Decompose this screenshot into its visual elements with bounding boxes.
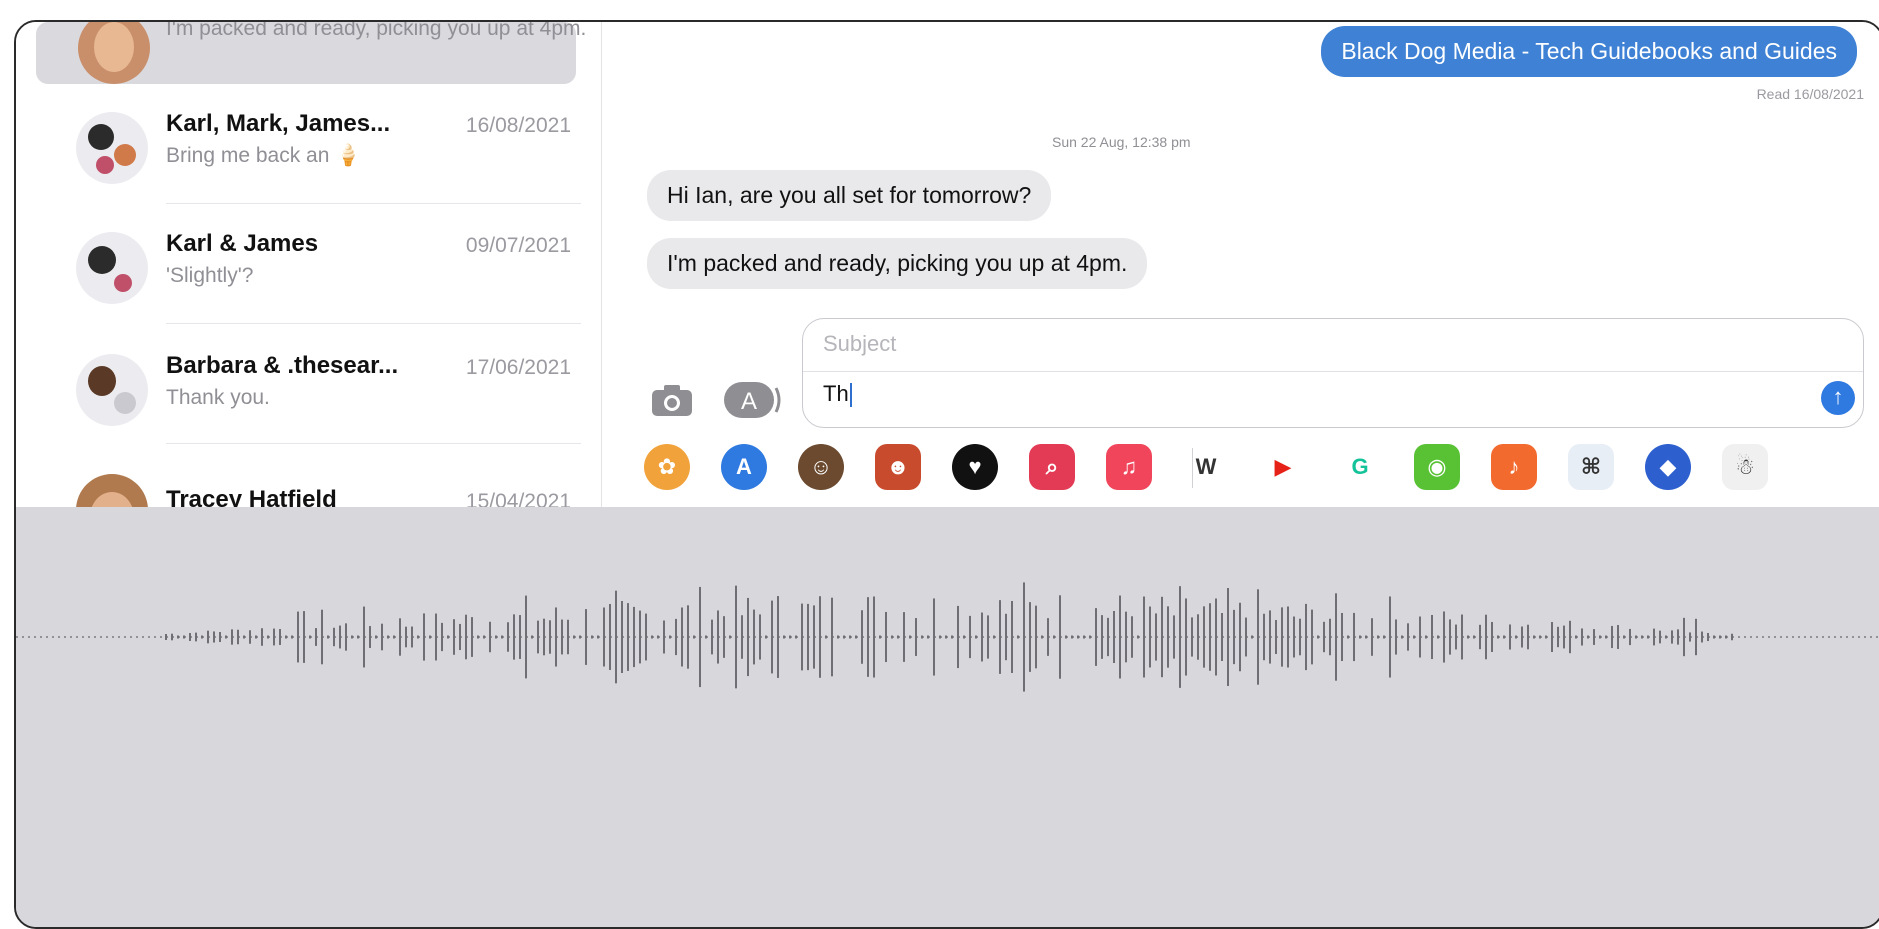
music-icon[interactable]: ♫ — [1106, 444, 1152, 490]
conversation-name: Karl, Mark, James... — [166, 110, 391, 137]
digital-touch-icon[interactable]: ♥ — [952, 444, 998, 490]
app-store-icon[interactable]: A — [722, 380, 782, 425]
conversation-list: I'm packed and ready, picking you up at … — [16, 20, 602, 546]
conversation-preview: 'Slightly'? — [166, 264, 254, 287]
app-store-icon[interactable]: A — [721, 444, 767, 490]
conversation-item[interactable]: Karl, Mark, James... 16/08/2021 Bring me… — [16, 84, 601, 204]
app-window: I'm packed and ready, picking you up at … — [14, 20, 1879, 929]
camera-icon[interactable] — [650, 382, 694, 423]
conversation-name: Karl & James — [166, 230, 319, 257]
incoming-message[interactable]: Hi Ian, are you all set for tomorrow? — [647, 170, 1052, 221]
message-compose-field[interactable]: Subject Th ↑ — [802, 318, 1864, 428]
compose-divider — [803, 371, 1863, 372]
youtube-icon[interactable]: ▶ — [1260, 444, 1306, 490]
wikipedia-icon[interactable]: W — [1183, 444, 1229, 490]
group-avatar — [76, 354, 148, 426]
duolingo-icon[interactable]: ◉ — [1414, 444, 1460, 490]
dropbox-icon[interactable]: ◆ — [1645, 444, 1691, 490]
conversation-date: 17/06/2021 — [465, 356, 571, 379]
read-receipt: Read 16/08/2021 — [1756, 86, 1864, 102]
conversation-date: 09/07/2021 — [465, 234, 571, 257]
text-caret — [849, 383, 852, 408]
app-drawer: ✿ A ☺ ☻ ♥ ⌕ ♫ W ▶ G ◉ ♪ ⌘ ◆ ☃ — [602, 432, 1879, 502]
conversation-pane: Black Dog Media - Tech Guidebooks and Gu… — [602, 22, 1879, 507]
conversation-preview: Bring me back an 🍦 — [166, 144, 362, 167]
bat-icon[interactable]: ⌘ — [1568, 444, 1614, 490]
conversation-item-selected[interactable]: I'm packed and ready, picking you up at … — [36, 20, 587, 84]
conversation-preview: Thank you. — [166, 386, 270, 409]
grammarly-icon[interactable]: G — [1337, 444, 1383, 490]
subject-field[interactable]: Subject — [823, 331, 896, 357]
photos-icon[interactable]: ✿ — [644, 444, 690, 490]
outgoing-message[interactable]: Black Dog Media - Tech Guidebooks and Gu… — [1321, 26, 1857, 77]
conversation-item[interactable]: Barbara & .thesear... 17/06/2021 Thank y… — [16, 324, 601, 444]
svg-text:A: A — [741, 388, 757, 415]
message-input[interactable]: Th — [823, 381, 852, 408]
send-arrow-icon[interactable]: ↑ — [1821, 381, 1855, 415]
conversation-date: 16/08/2021 — [465, 114, 571, 137]
message-text: Th — [823, 381, 849, 406]
group-avatar — [76, 232, 148, 304]
dictation-waveform — [16, 582, 1879, 692]
incoming-message[interactable]: I'm packed and ready, picking you up at … — [647, 238, 1148, 289]
animoji-icon[interactable]: ☻ — [875, 444, 921, 490]
dictation-panel — [16, 507, 1879, 927]
app-drawer-divider — [1192, 448, 1193, 488]
memoji-icon[interactable]: ☺ — [798, 444, 844, 490]
avatar — [78, 22, 150, 84]
search-images-icon[interactable]: ⌕ — [1029, 444, 1075, 490]
conversation-name: Barbara & .thesear... — [166, 352, 399, 379]
group-avatar — [76, 112, 148, 184]
conversation-item[interactable]: Karl & James 09/07/2021 'Slightly'? — [16, 204, 601, 324]
panda-icon[interactable]: ☃ — [1722, 444, 1768, 490]
message-timestamp: Sun 22 Aug, 12:38 pm — [1052, 134, 1191, 150]
garageband-icon[interactable]: ♪ — [1491, 444, 1537, 490]
conversation-preview: I'm packed and ready, picking you up at … — [166, 20, 587, 40]
